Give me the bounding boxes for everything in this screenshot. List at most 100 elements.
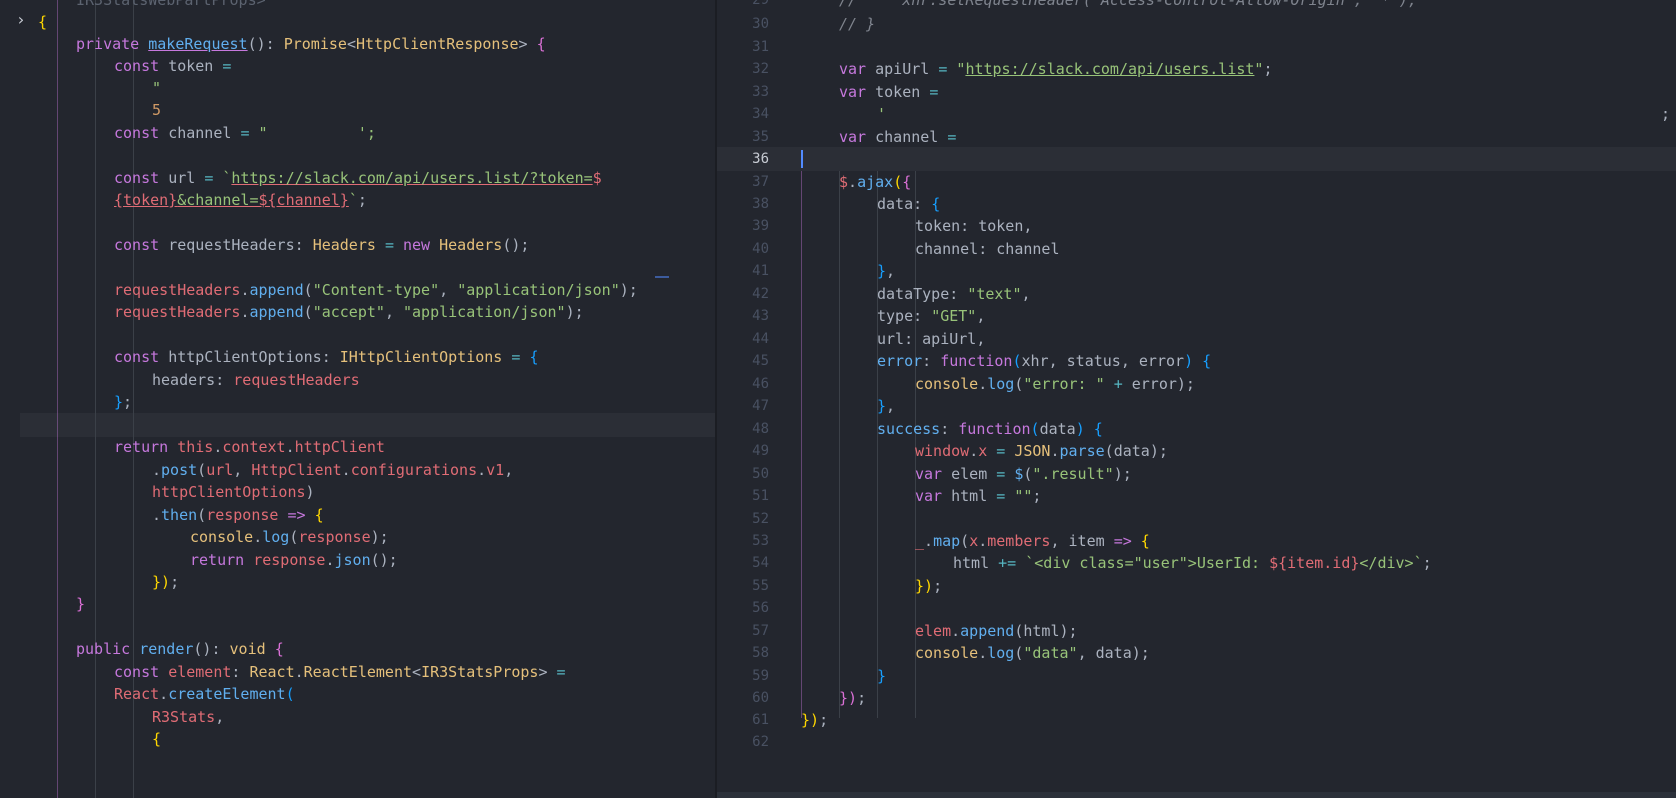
- code-line[interactable]: 39 token: token,: [717, 214, 1676, 238]
- code-token: requestHeaders: [168, 236, 295, 254]
- code-text: ": [152, 76, 716, 100]
- code-line[interactable]: requestHeaders.append("accept", "applica…: [20, 300, 716, 324]
- code-line[interactable]: };: [20, 390, 716, 414]
- code-line[interactable]: 29 // xhr.setRequestHeader('Access-Contro…: [717, 0, 1676, 12]
- code-line[interactable]: console.log(response);: [20, 525, 716, 549]
- code-line[interactable]: });: [20, 570, 716, 594]
- code-line[interactable]: 60});: [717, 686, 1676, 710]
- code-token: ();: [502, 236, 530, 254]
- code-line[interactable]: const url = `https://slack.com/api/users…: [20, 166, 716, 190]
- code-token: ;: [857, 689, 867, 707]
- code-line[interactable]: 50 var elem = $(".result");: [717, 462, 1676, 486]
- code-text: console.log("data", data);: [915, 641, 1676, 665]
- code-line[interactable]: }: [20, 592, 716, 616]
- line-number: 50: [752, 466, 769, 482]
- code-token: R3Stats: [152, 708, 216, 726]
- code-token: &channel=: [177, 191, 259, 209]
- code-line[interactable]: .post(url, HttpClient.configurations.v1,: [20, 458, 716, 482]
- code-line[interactable]: const channel = " ';: [20, 121, 716, 145]
- right-editor-pane[interactable]: 29 // xhr.setRequestHeader('Access-Contro…: [717, 0, 1676, 798]
- code-line[interactable]: 54 html += `<div class="user">UserId: ${i…: [717, 551, 1676, 575]
- code-text: });: [915, 574, 1676, 598]
- code-line[interactable]: const httpClientOptions: IHttpClientOpti…: [20, 345, 716, 369]
- code-line[interactable]: 53 _.map(x.members, item => {: [717, 529, 1676, 553]
- code-line[interactable]: 30 // }: [717, 12, 1676, 36]
- code-token: url: [877, 330, 905, 348]
- code-line[interactable]: 58 console.log("data", data);: [717, 641, 1676, 665]
- code-token: https://slack.com/api/users.list/?token=: [231, 169, 593, 187]
- code-line[interactable]: 35 var channel =: [717, 125, 1676, 149]
- code-text: public render(): void {: [76, 637, 716, 661]
- code-token: ,: [1048, 352, 1067, 370]
- code-token: ():: [193, 640, 230, 658]
- code-line[interactable]: headers: requestHeaders: [20, 368, 716, 392]
- code-text: requestHeaders.append("Content-type", "a…: [114, 278, 716, 302]
- code-text: 5: [152, 98, 716, 122]
- code-token: token: [168, 57, 223, 75]
- code-text: dataType: "text",: [877, 282, 1676, 306]
- code-line[interactable]: 62: [717, 730, 1676, 754]
- code-line[interactable]: public render(): void {: [20, 637, 716, 661]
- code-line[interactable]: const requestHeaders: Headers = new Head…: [20, 233, 716, 257]
- code-line[interactable]: return response.json();: [20, 548, 716, 572]
- code-token: {: [1140, 532, 1150, 550]
- code-line[interactable]: {: [20, 727, 716, 751]
- code-token: :: [231, 663, 250, 681]
- code-line[interactable]: 48 success: function(data) {: [717, 417, 1676, 441]
- line-number: 62: [752, 734, 769, 750]
- code-line[interactable]: 32 var apiUrl = "https://slack.com/api/us…: [717, 57, 1676, 81]
- code-token: <: [412, 663, 422, 681]
- code-token: const: [114, 124, 169, 142]
- code-line[interactable]: ": [20, 76, 716, 100]
- code-line[interactable]: 55});: [717, 574, 1676, 598]
- code-line[interactable]: React.createElement(: [20, 682, 716, 706]
- code-line[interactable]: 45 error: function(xhr, status, error) {: [717, 349, 1676, 373]
- code-line[interactable]: 57 elem.append(html);: [717, 619, 1676, 643]
- horizontal-scrollbar[interactable]: [717, 792, 1676, 798]
- code-token: token: [875, 83, 930, 101]
- code-line[interactable]: const element: React.ReactElement<IR3Sta…: [20, 660, 716, 684]
- code-line[interactable]: 34 ';: [717, 102, 1676, 126]
- code-line[interactable]: 37 $.ajax({: [717, 170, 1676, 194]
- code-line[interactable]: httpClientOptions): [20, 480, 716, 504]
- code-line[interactable]: 44 url: apiUrl,: [717, 327, 1676, 351]
- line-number: 58: [752, 645, 769, 661]
- left-editor-pane[interactable]: › IR3StatsWebPartProps>{private makeRequ…: [0, 0, 716, 798]
- code-line[interactable]: 43 type: "GET",: [717, 304, 1676, 328]
- code-token: console: [915, 375, 979, 393]
- code-line[interactable]: 59}: [717, 664, 1676, 688]
- code-line[interactable]: private makeRequest(): Promise<HttpClien…: [20, 32, 716, 56]
- code-token: );: [1176, 375, 1195, 393]
- code-line[interactable]: {token}&channel=${channel}`;: [20, 188, 716, 212]
- code-line[interactable]: 51 var html = "";: [717, 484, 1676, 508]
- code-line[interactable]: 5: [20, 98, 716, 122]
- code-line[interactable]: 41},: [717, 259, 1676, 283]
- code-line[interactable]: 33 var token =: [717, 80, 1676, 104]
- code-line[interactable]: 42 dataType: "text",: [717, 282, 1676, 306]
- code-line[interactable]: 47},: [717, 394, 1676, 418]
- code-line[interactable]: 52: [717, 507, 1676, 531]
- code-line[interactable]: 31: [717, 35, 1676, 59]
- code-token: apiUrl: [922, 330, 977, 348]
- code-line[interactable]: 49 window.x = JSON.parse(data);: [717, 439, 1676, 463]
- code-text: headers: requestHeaders: [152, 368, 716, 392]
- code-line[interactable]: 40 channel: channel: [717, 237, 1676, 261]
- code-line[interactable]: 61});: [717, 708, 1676, 732]
- code-line[interactable]: 56: [717, 596, 1676, 620]
- code-line[interactable]: 46 console.log("error: " + error);: [717, 372, 1676, 396]
- code-line[interactable]: return this.context.httpClient: [20, 435, 716, 459]
- code-line[interactable]: const token =: [20, 54, 716, 78]
- code-line[interactable]: 38 data: {: [717, 192, 1676, 216]
- code-token: ,: [233, 461, 252, 479]
- code-token: =>: [287, 506, 315, 524]
- code-token: item: [1068, 532, 1114, 550]
- code-token: elem: [915, 622, 952, 640]
- code-line[interactable]: .then(response => {: [20, 503, 716, 527]
- code-line[interactable]: requestHeaders.append("Content-type", "a…: [20, 278, 716, 302]
- code-token: ': [877, 105, 887, 123]
- active-code-line[interactable]: 36: [717, 147, 1676, 171]
- code-token: .: [951, 622, 961, 640]
- editor-window: › IR3StatsWebPartProps>{private makeRequ…: [0, 0, 1676, 798]
- code-line[interactable]: R3Stats,: [20, 705, 716, 729]
- code-line[interactable]: {: [20, 10, 716, 34]
